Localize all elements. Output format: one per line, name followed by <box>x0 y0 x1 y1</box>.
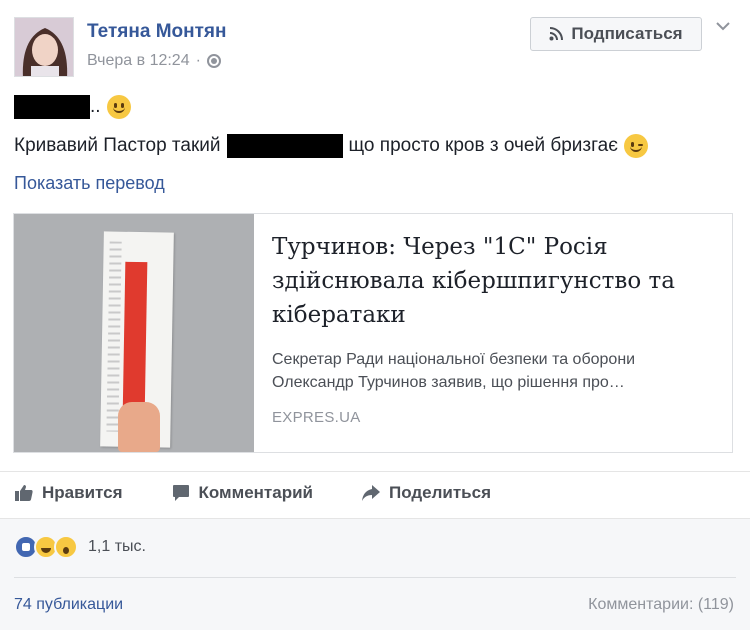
reactions-summary[interactable]: 1,1 тыс. <box>14 535 146 559</box>
link-preview-card[interactable]: Турчинов: Через "1С" Росія здійснювала к… <box>13 213 733 453</box>
comment-button[interactable]: Комментарий <box>171 483 313 503</box>
like-label: Нравится <box>42 483 123 502</box>
post-text-line1: .. <box>14 95 131 119</box>
subscribe-button[interactable]: Подписаться <box>530 17 702 51</box>
redacted-block <box>226 134 343 158</box>
comment-label: Комментарий <box>198 483 313 502</box>
comments-count-link[interactable]: Комментарии: (119) <box>588 596 734 614</box>
reactions-count[interactable]: 1,1 тыс. <box>88 538 146 556</box>
post-text-line2: Кривавий Пастор такий що просто кров з о… <box>14 134 648 158</box>
link-description: Секретар Ради національної безпеки та об… <box>272 351 636 391</box>
wink-emoji-icon <box>623 134 648 158</box>
divider <box>0 471 750 472</box>
rss-icon <box>549 27 564 41</box>
shares-count-link[interactable]: 74 публикации <box>14 596 123 614</box>
subscribe-label: Подписаться <box>571 24 683 43</box>
line1-suffix: .. <box>90 96 101 117</box>
redacted-block <box>14 95 90 119</box>
post-timestamp[interactable]: Вчера в 12:24 <box>87 52 190 70</box>
line2-suffix: що просто кров з очей бризгає <box>348 135 618 156</box>
divider <box>14 577 736 578</box>
share-icon <box>361 485 380 501</box>
link-preview-image[interactable] <box>14 214 254 452</box>
globe-icon <box>206 54 221 68</box>
share-button[interactable]: Поделиться <box>361 483 491 503</box>
author-avatar[interactable] <box>14 17 74 77</box>
line2-prefix: Кривавий Пастор такий <box>14 135 221 156</box>
show-translation-link[interactable]: Показать перевод <box>14 173 165 194</box>
like-button[interactable]: Нравится <box>14 483 123 503</box>
chevron-down-icon[interactable] <box>716 18 730 36</box>
link-title[interactable]: Турчинов: Через "1С" Росія здійснювала к… <box>272 230 714 332</box>
author-name[interactable]: Тетяна Монтян <box>87 21 226 43</box>
wow-reaction-icon <box>54 535 78 559</box>
share-label: Поделиться <box>388 483 492 502</box>
smile-emoji-icon <box>106 95 131 119</box>
post-meta: Вчера в 12:24 · <box>87 52 221 70</box>
comment-icon <box>172 485 189 501</box>
link-source: EXPRES.UA <box>272 409 361 426</box>
action-bar: Нравится Комментарий Поделиться <box>14 483 491 503</box>
hand-image <box>118 402 160 452</box>
thumbs-up-icon <box>15 485 33 501</box>
